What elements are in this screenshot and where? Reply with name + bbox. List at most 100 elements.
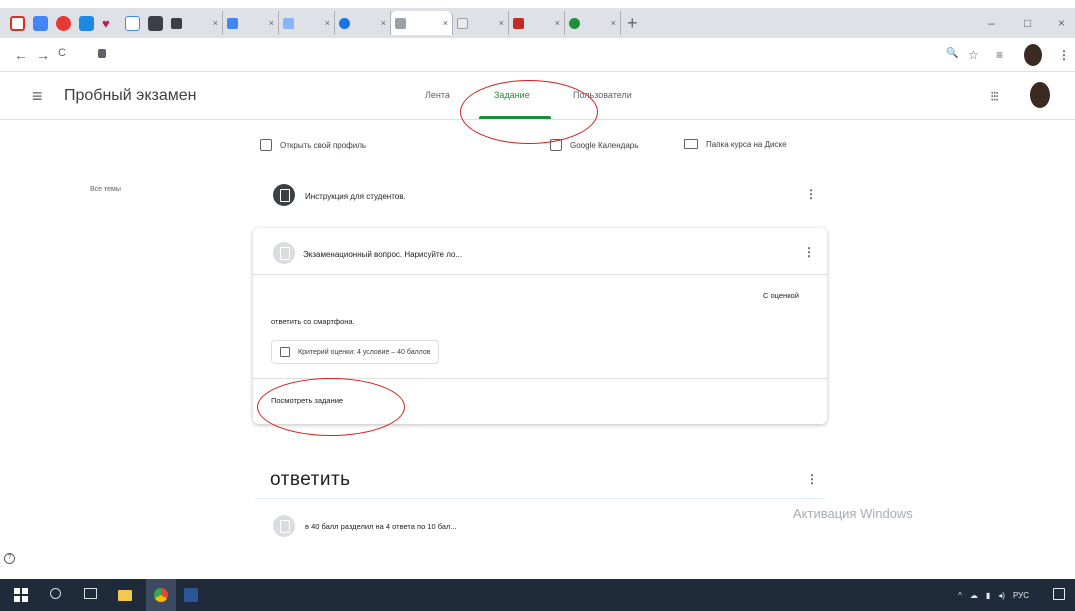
app-blue-icon[interactable] <box>33 15 48 31</box>
browser-tab[interactable]: × <box>509 11 565 35</box>
gmail-icon[interactable] <box>10 15 25 31</box>
browser-profile-avatar[interactable] <box>1024 44 1042 66</box>
favicon-icon <box>569 17 580 29</box>
rubric-label: Критерий оценки: 4 условие – 40 баллов <box>298 348 431 356</box>
minimize-button[interactable]: – <box>988 16 995 30</box>
browser-menu-icon[interactable]: ⋮ <box>1058 48 1070 62</box>
help-icon[interactable]: ? <box>4 553 15 564</box>
omnibox[interactable] <box>96 44 926 66</box>
profile-doc-icon <box>260 139 272 151</box>
playlist-icon[interactable]: ≡ <box>996 48 1003 62</box>
open-profile-link[interactable]: Открыть свой профиль <box>260 139 366 151</box>
forward-button[interactable]: → <box>36 47 50 63</box>
annotation-circle-classwork-tab <box>460 80 598 144</box>
search-icon[interactable] <box>125 15 140 31</box>
favicon-icon <box>283 17 294 29</box>
close-tab-icon[interactable]: × <box>269 18 274 28</box>
assignment-row[interactable]: в 40 балл разделил на 4 ответа по 10 бал… <box>255 506 825 546</box>
rubric-chip[interactable]: Критерий оценки: 4 условие – 40 баллов <box>271 340 440 364</box>
maximize-button[interactable]: □ <box>1024 16 1031 30</box>
windows-taskbar: ^ ☁ ▮ ◂) РУС <box>0 579 1075 611</box>
close-tab-icon[interactable]: × <box>381 18 386 28</box>
favicon-icon <box>171 17 182 29</box>
search-icon[interactable] <box>50 588 61 599</box>
word-icon[interactable] <box>184 588 198 602</box>
favicon-icon <box>339 17 350 29</box>
close-tab-icon[interactable]: × <box>325 18 330 28</box>
task-view-icon[interactable] <box>84 588 97 599</box>
volume-icon[interactable]: ◂) <box>998 591 1005 600</box>
sidebar-topic-all[interactable]: Все темы <box>90 186 121 193</box>
assignment-row[interactable]: Инструкция для студентов. ⋮ <box>255 172 825 216</box>
close-tab-icon[interactable]: × <box>499 18 504 28</box>
assignment-icon <box>273 242 295 264</box>
more-options-icon[interactable]: ⋮ <box>803 245 815 259</box>
windows-activation-watermark: Активация Windows <box>793 506 1063 523</box>
browser-tab[interactable]: × <box>453 11 509 35</box>
new-tab-button[interactable]: + <box>627 13 638 34</box>
google-calendar-label: Google Календарь <box>570 140 639 150</box>
book-icon[interactable] <box>148 15 163 31</box>
browser-tab-strip: ♥ × × × × × × × × + – □ × <box>0 8 1075 38</box>
close-tab-icon[interactable]: × <box>555 18 560 28</box>
drive-folder-link[interactable]: Папка курса на Диске <box>684 139 787 149</box>
app-red-icon[interactable] <box>56 15 71 31</box>
drive-folder-label: Папка курса на Диске <box>706 139 787 149</box>
tray-chevron-icon[interactable]: ^ <box>958 591 962 600</box>
close-tab-icon[interactable]: × <box>213 18 218 28</box>
rubric-icon <box>280 347 290 357</box>
app-bluebird-icon[interactable] <box>79 15 94 31</box>
open-profile-label: Открыть свой профиль <box>280 140 367 150</box>
main-menu-icon[interactable]: ≡ <box>32 86 43 107</box>
assignment-title: в 40 балл разделил на 4 ответа по 10 бал… <box>305 522 457 531</box>
file-explorer-icon[interactable] <box>118 590 132 601</box>
topic-divider <box>255 498 825 499</box>
google-apps-icon[interactable]: ⁝⁝⁝ <box>990 88 999 105</box>
classwork-main: Открыть свой профиль Google Календарь Па… <box>0 80 1075 579</box>
browser-tab-active[interactable]: × <box>391 11 453 35</box>
browser-tab[interactable]: × <box>167 11 223 35</box>
assignment-title: Инструкция для студентов. <box>305 192 406 201</box>
bookmark-star-icon[interactable]: ☆ <box>968 48 979 62</box>
folder-icon <box>684 139 698 149</box>
account-avatar[interactable] <box>1030 82 1050 108</box>
onedrive-icon[interactable]: ☁ <box>970 591 978 600</box>
browser-tab[interactable]: × <box>279 11 335 35</box>
browser-tab[interactable]: × <box>223 11 279 35</box>
chrome-icon <box>154 588 168 602</box>
windows-start-icon[interactable] <box>14 588 28 602</box>
topic-options-icon[interactable]: ⋮ <box>806 472 818 486</box>
assignment-icon <box>273 184 295 206</box>
lock-icon <box>98 49 106 58</box>
browser-tab[interactable]: × <box>565 11 621 35</box>
close-tab-icon[interactable]: × <box>611 18 616 28</box>
grading-status: С оценкой <box>763 291 799 300</box>
class-title[interactable]: Пробный экзамен <box>64 87 197 105</box>
tab-stream[interactable]: Лента <box>425 90 450 100</box>
watermark-title: Активация Windows <box>793 506 913 521</box>
favicon-icon <box>457 17 468 29</box>
document-caption-strip <box>0 0 1075 8</box>
zoom-icon[interactable]: 🔍 <box>946 48 958 59</box>
system-tray: ^ ☁ ▮ ◂) РУС <box>950 579 1039 611</box>
browser-tab[interactable]: × <box>335 11 391 35</box>
notifications-icon[interactable] <box>1053 588 1065 600</box>
network-icon[interactable]: ▮ <box>986 591 990 600</box>
more-options-icon[interactable]: ⋮ <box>805 187 817 201</box>
favicon-icon <box>227 17 238 29</box>
reload-button[interactable]: C <box>58 47 66 59</box>
close-window-button[interactable]: × <box>1058 16 1065 30</box>
annotation-circle-view-assignment <box>257 378 405 436</box>
back-button[interactable]: ← <box>14 47 28 63</box>
close-tab-icon[interactable]: × <box>443 18 448 28</box>
heart-icon[interactable]: ♥ <box>102 16 117 31</box>
google-calendar-link[interactable]: Google Календарь <box>550 139 638 151</box>
chrome-taskbar-button[interactable] <box>146 579 176 611</box>
address-bar: ← → C 🔍 ☆ ≡ ⋮ <box>0 38 1075 72</box>
assignment-title[interactable]: Экзаменационный вопрос. Нарисуйте ло... <box>303 250 462 259</box>
favicon-icon <box>395 17 406 29</box>
favicon-icon <box>513 17 524 29</box>
input-language[interactable]: РУС <box>1013 591 1029 600</box>
divider <box>253 274 827 275</box>
assignment-icon <box>273 515 295 537</box>
